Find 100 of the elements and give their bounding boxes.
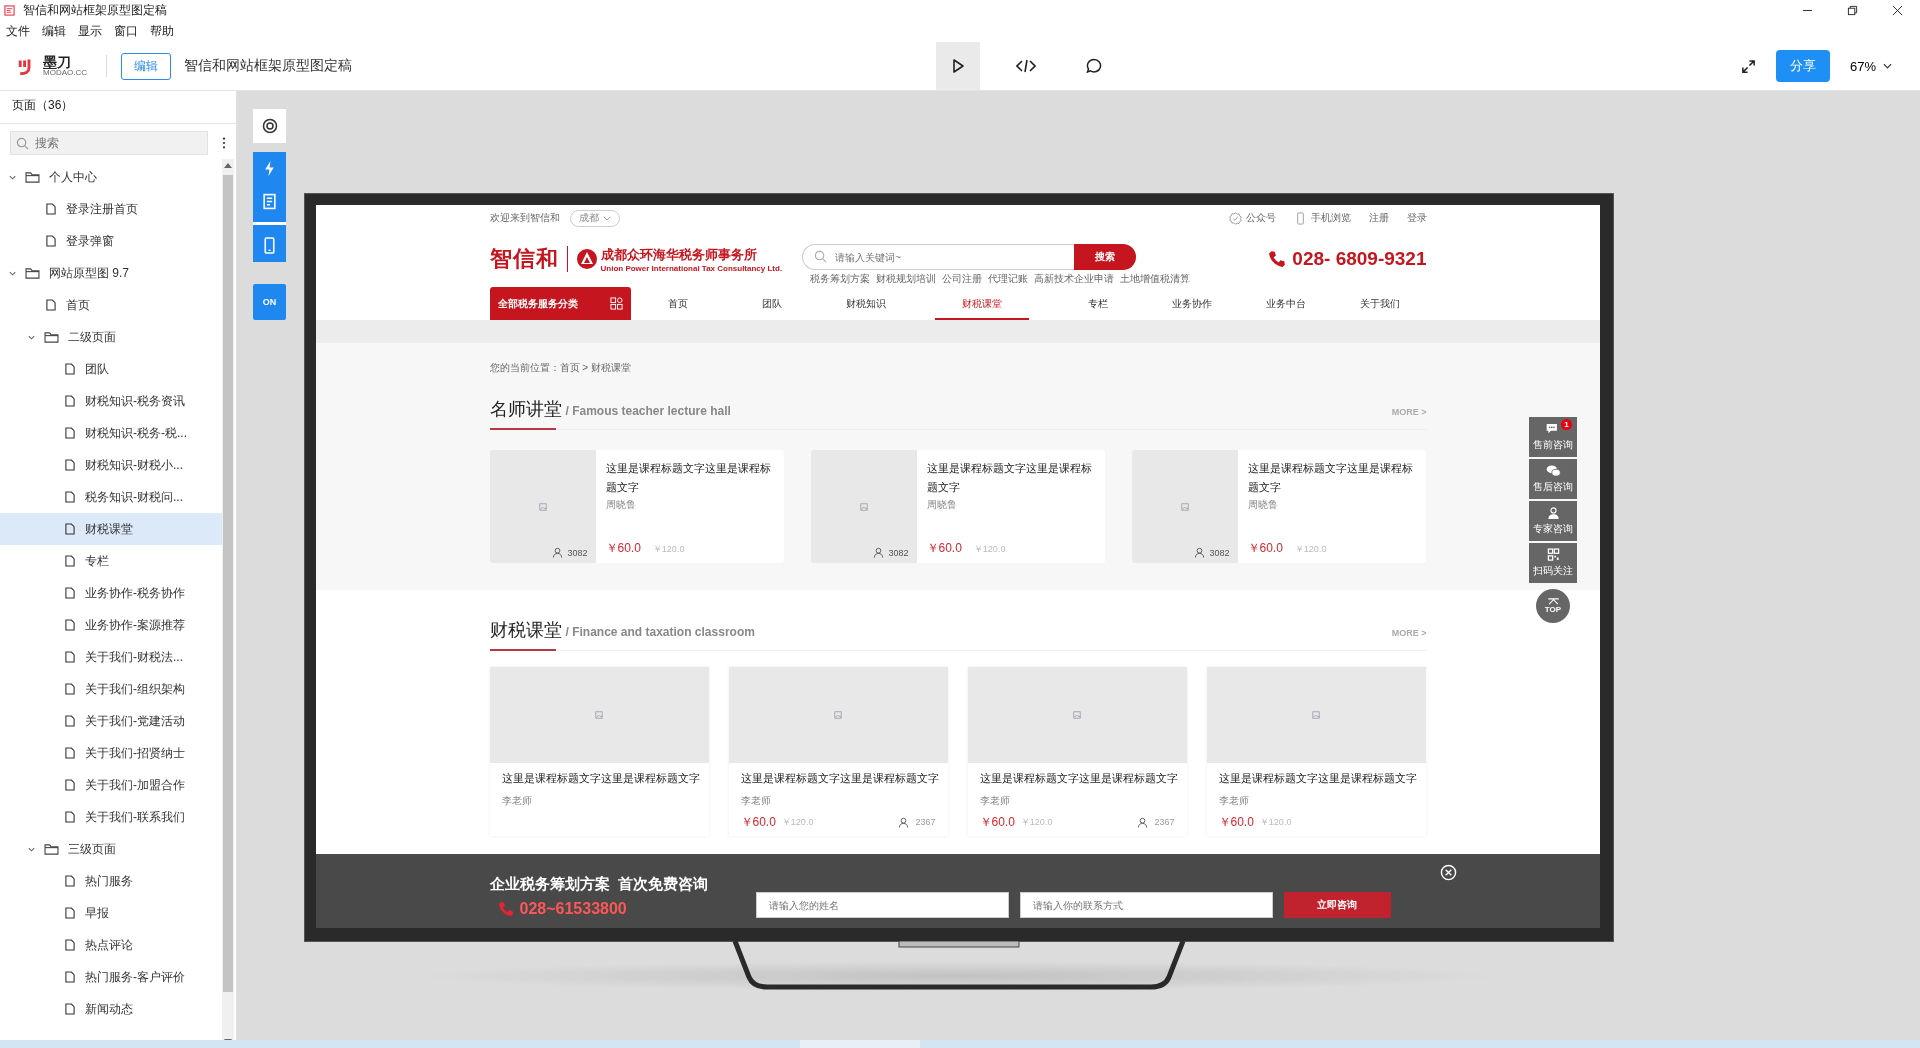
side-tool-button[interactable]: 售后咨询 xyxy=(1529,459,1577,499)
play-button[interactable] xyxy=(936,42,980,90)
top-link[interactable]: 手机浏览 xyxy=(1310,211,1351,225)
tree-item[interactable]: 财税知识-税务-税... xyxy=(0,417,222,449)
toggle-button[interactable]: ON xyxy=(253,284,286,320)
search-field[interactable]: 搜索 xyxy=(10,131,208,155)
search-button[interactable]: 搜索 xyxy=(1074,244,1137,270)
category-button[interactable]: 全部税务服务分类 xyxy=(489,287,631,320)
nav-link[interactable]: 财税课堂 xyxy=(934,287,1029,320)
tree-item[interactable]: 登录注册首页 xyxy=(0,193,222,225)
edit-button[interactable]: 编辑 xyxy=(121,52,171,80)
tree-label: 二级页面 xyxy=(68,328,116,346)
tree-item[interactable]: 业务协作-税务协作 xyxy=(0,577,222,609)
price: ￥60.0 xyxy=(1247,540,1283,557)
tree-item[interactable]: 首页 xyxy=(0,289,222,321)
greeting: 欢迎来到智信和 xyxy=(489,211,560,225)
menu-item[interactable]: 帮助 xyxy=(150,22,174,40)
top-link[interactable]: 公众号 xyxy=(1245,211,1276,225)
tree-item[interactable]: 财税课堂 xyxy=(0,513,222,545)
tree-item[interactable]: 团队 xyxy=(0,353,222,385)
hot-keyword-link[interactable]: 税务筹划方案 xyxy=(810,272,871,286)
tree-item[interactable]: 热门服务 xyxy=(0,865,222,897)
hot-keyword-link[interactable]: 财税规划培训 xyxy=(876,272,937,286)
city-selector[interactable]: 成都 xyxy=(569,209,620,227)
horizontal-scrollbar[interactable] xyxy=(0,1040,1920,1048)
tree-label: 关于我们-财税法... xyxy=(85,648,183,666)
target-button[interactable] xyxy=(253,109,286,143)
firm-name: 成都众环海华税务师事务所 xyxy=(600,245,758,264)
image-icon xyxy=(1312,711,1320,719)
nav-link[interactable]: 业务中台 xyxy=(1238,287,1333,320)
course-card[interactable]: 3082 这里是课程标题文字这里是课程标题文字 周晓鲁 ￥60.0 ￥120.0 xyxy=(810,450,1105,563)
more-icon[interactable] xyxy=(222,137,226,149)
restore-icon[interactable] xyxy=(1847,4,1858,16)
nav-link[interactable]: 专栏 xyxy=(1050,287,1145,320)
scroll-thumb[interactable] xyxy=(223,175,233,992)
tree-item[interactable]: 二级页面 xyxy=(0,321,222,353)
side-tool-button[interactable]: 扫码关注 xyxy=(1529,543,1577,583)
bolt-icon[interactable] xyxy=(262,160,277,177)
top-link[interactable]: 注册 xyxy=(1368,211,1389,225)
page-icon xyxy=(65,875,75,887)
tree-item[interactable]: 登录弹窗 xyxy=(0,225,222,257)
tree-item[interactable]: 网站原型图 9.7 xyxy=(0,257,222,289)
tree-label: 业务协作-税务协作 xyxy=(85,584,185,602)
mobile-icon[interactable] xyxy=(262,237,277,254)
hot-keyword-link[interactable]: 公司注册 xyxy=(942,272,983,286)
grid-icon xyxy=(609,297,623,310)
scroll-up-icon[interactable] xyxy=(224,163,232,168)
menu-item[interactable]: 文件 xyxy=(6,22,30,40)
tree-item[interactable]: 税务知识-财税问... xyxy=(0,481,222,513)
site-search-field[interactable]: 请输入关键词~ xyxy=(802,244,1075,270)
zoom-dropdown[interactable]: 67% xyxy=(1843,57,1898,75)
document-icon[interactable] xyxy=(262,193,277,210)
menu-item[interactable]: 窗口 xyxy=(114,22,138,40)
nav-link[interactable]: 关于我们 xyxy=(1332,287,1427,320)
side-tool-button[interactable]: 售前咨询 1 xyxy=(1529,417,1577,457)
tree-item[interactable]: 财税知识-财税小... xyxy=(0,449,222,481)
menu-item[interactable]: 编辑 xyxy=(42,22,66,40)
hotline: 028- 6809-9321 xyxy=(1292,248,1427,270)
tree-item[interactable]: 个人中心 xyxy=(0,161,222,193)
course-card[interactable]: 这里是课程标题文字这里是课程标题文字 李老师 ￥60.0 ￥120.0 2367 xyxy=(728,667,948,836)
tree-label: 首页 xyxy=(66,296,90,314)
tree-item[interactable]: 早报 xyxy=(0,897,222,929)
tree-item[interactable]: 三级页面 xyxy=(0,833,222,865)
tree-item[interactable]: 财税知识-税务资讯 xyxy=(0,385,222,417)
tree-item[interactable]: 关于我们-党建活动 xyxy=(0,705,222,737)
nav-link[interactable]: 团队 xyxy=(724,287,819,320)
nav-link[interactable]: 业务协作 xyxy=(1144,287,1239,320)
back-to-top-button[interactable]: TOP xyxy=(1536,589,1570,623)
nav-link[interactable]: 首页 xyxy=(630,287,725,320)
tree-item[interactable]: 关于我们-财税法... xyxy=(0,641,222,673)
consult-button[interactable]: 立即咨询 xyxy=(1283,892,1391,918)
tree-item[interactable]: 关于我们-组织架构 xyxy=(0,673,222,705)
course-card[interactable]: 这里是课程标题文字这里是课程标题文字 李老师 ￥60.0 ￥120.0 2367 xyxy=(967,667,1187,836)
fullscreen-icon[interactable] xyxy=(1740,58,1756,74)
top-link[interactable]: 登录 xyxy=(1406,211,1427,225)
tree-item[interactable]: 热门服务-客户评价 xyxy=(0,961,222,993)
image-icon xyxy=(595,711,603,719)
tree-item[interactable]: 新闻动态 xyxy=(0,993,222,1025)
hot-keyword-link[interactable]: 代理记账 xyxy=(988,272,1029,286)
hot-keyword-link[interactable]: 土地增值税清算 xyxy=(1120,272,1191,286)
tree-label: 热门服务-客户评价 xyxy=(85,968,185,986)
nav-link[interactable]: 财税知识 xyxy=(818,287,913,320)
comment-icon xyxy=(1086,58,1102,74)
course-card[interactable]: 3082 这里是课程标题文字这里是课程标题文字 周晓鲁 ￥60.0 ￥120.0 xyxy=(1131,450,1426,563)
contact-input[interactable]: 请输入你的联系方式 xyxy=(1019,892,1273,918)
side-tool-button[interactable]: 专家咨询 xyxy=(1529,501,1577,541)
tree-item[interactable]: 关于我们-招贤纳士 xyxy=(0,737,222,769)
close-icon[interactable] xyxy=(1892,4,1903,16)
hot-keyword-link[interactable]: 高新技术企业申请 xyxy=(1034,272,1115,286)
tree-label: 财税知识-税务-税... xyxy=(85,424,187,442)
menu-item[interactable]: 显示 xyxy=(78,22,102,40)
name-input[interactable]: 请输入您的姓名 xyxy=(755,892,1009,918)
course-card[interactable]: 这里是课程标题文字这里是课程标题文字 李老师 xyxy=(489,667,709,836)
tree-item[interactable]: 专栏 xyxy=(0,545,222,577)
course-card[interactable]: 3082 这里是课程标题文字这里是课程标题文字 周晓鲁 ￥60.0 ￥120.0 xyxy=(489,450,784,563)
tree-item[interactable]: 关于我们-加盟合作 xyxy=(0,769,222,801)
tree-item[interactable]: 热点评论 xyxy=(0,929,222,961)
tree-item[interactable]: 关于我们-联系我们 xyxy=(0,801,222,833)
tree-item[interactable]: 业务协作-案源推荐 xyxy=(0,609,222,641)
course-card[interactable]: 这里是课程标题文字这里是课程标题文字 李老师 ￥60.0 ￥120.0 xyxy=(1206,667,1426,836)
